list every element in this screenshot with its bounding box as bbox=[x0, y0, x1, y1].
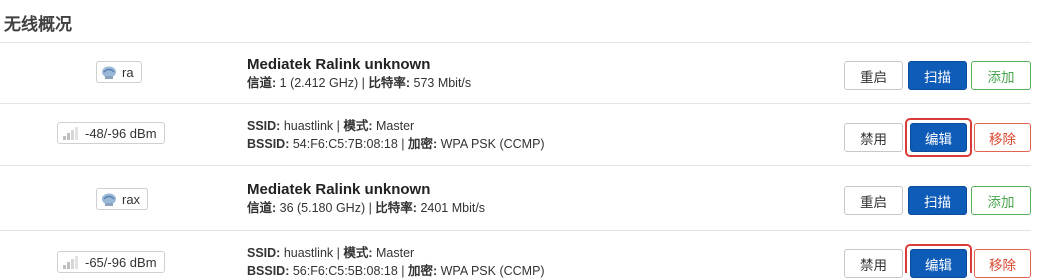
device-name: Mediatek Ralink unknown bbox=[247, 56, 431, 73]
bitrate-key: 比特率: bbox=[375, 201, 417, 215]
ssid-key: SSID: bbox=[247, 119, 281, 133]
encryption-value: WPA PSK (CCMP) bbox=[437, 137, 545, 151]
remove-button[interactable]: 移除 bbox=[974, 123, 1031, 152]
edit-button[interactable]: 编辑 bbox=[910, 249, 967, 278]
wifi-radio-icon bbox=[101, 192, 117, 207]
signal-strength-icon bbox=[62, 255, 80, 269]
remove-button[interactable]: 移除 bbox=[974, 249, 1031, 278]
channel-key: 信道: bbox=[247, 201, 277, 215]
channel-value: 36 (5.180 GHz) | bbox=[276, 201, 376, 215]
radio-info: Mediatek Ralink unknown 信道: 36 (5.180 GH… bbox=[247, 181, 485, 217]
radio-label: ra bbox=[122, 64, 134, 80]
signal-value: -48/-96 dBm bbox=[85, 125, 157, 141]
radio-badge: ra bbox=[96, 61, 142, 83]
radio-row-rax: rax Mediatek Ralink unknown 信道: 36 (5.18… bbox=[0, 166, 1031, 224]
mode-key: 模式: bbox=[343, 119, 373, 133]
mode-key: 模式: bbox=[343, 246, 373, 260]
channel-value: 1 (2.412 GHz) | bbox=[276, 76, 369, 90]
bitrate-key: 比特率: bbox=[368, 76, 411, 90]
radio-info: Mediatek Ralink unknown 信道: 1 (2.412 GHz… bbox=[247, 56, 471, 92]
scan-button[interactable]: 扫描 bbox=[908, 61, 967, 90]
bssid-key: BSSID: bbox=[247, 264, 290, 278]
wifi-radio-icon bbox=[101, 65, 117, 80]
radio-details: 信道: 1 (2.412 GHz) | 比特率: 573 Mbit/s bbox=[247, 74, 471, 92]
add-button[interactable]: 添加 bbox=[971, 186, 1031, 215]
radio-details: 信道: 36 (5.180 GHz) | 比特率: 2401 Mbit/s bbox=[247, 199, 485, 217]
ssid-value: huastlink | bbox=[280, 119, 344, 133]
scan-button[interactable]: 扫描 bbox=[908, 186, 967, 215]
ssid-line: SSID: huastlink | 模式: Master bbox=[247, 244, 545, 262]
encryption-value: WPA PSK (CCMP) bbox=[437, 264, 545, 278]
network-row: -65/-96 dBm SSID: huastlink | 模式: Master… bbox=[0, 231, 1031, 278]
wireless-overview: 无线概况 ra Mediatek Ralink unknown 信道: 1 (2… bbox=[0, 0, 1046, 278]
radio-row-ra: ra Mediatek Ralink unknown 信道: 1 (2.412 … bbox=[0, 43, 1031, 101]
channel-key: 信道: bbox=[247, 76, 277, 90]
bitrate-value: 2401 Mbit/s bbox=[416, 201, 486, 215]
network-row: -48/-96 dBm SSID: huastlink | 模式: Master… bbox=[0, 104, 1031, 162]
ssid-value: huastlink | bbox=[280, 246, 344, 260]
signal-badge: -65/-96 dBm bbox=[57, 251, 165, 273]
radio-badge: rax bbox=[96, 188, 149, 210]
edit-button[interactable]: 编辑 bbox=[910, 123, 967, 152]
bitrate-value: 573 Mbit/s bbox=[410, 76, 472, 90]
signal-strength-icon bbox=[62, 126, 80, 140]
bssid-key: BSSID: bbox=[247, 137, 290, 151]
disable-button[interactable]: 禁用 bbox=[844, 123, 903, 152]
restart-button[interactable]: 重启 bbox=[844, 186, 903, 215]
add-button[interactable]: 添加 bbox=[971, 61, 1031, 90]
section-title: 无线概况 bbox=[4, 15, 72, 35]
signal-value: -65/-96 dBm bbox=[85, 254, 157, 270]
ssid-key: SSID: bbox=[247, 246, 281, 260]
ssid-line: SSID: huastlink | 模式: Master bbox=[247, 117, 545, 135]
mode-value: Master bbox=[372, 246, 415, 260]
bssid-value: 54:F6:C5:7B:08:18 | bbox=[289, 137, 408, 151]
disable-button[interactable]: 禁用 bbox=[844, 249, 903, 278]
encryption-key: 加密: bbox=[407, 137, 438, 151]
restart-button[interactable]: 重启 bbox=[844, 61, 903, 90]
radio-label: rax bbox=[122, 191, 141, 207]
signal-badge: -48/-96 dBm bbox=[57, 122, 165, 144]
network-info: SSID: huastlink | 模式: Master BSSID: 54:F… bbox=[247, 117, 545, 153]
encryption-key: 加密: bbox=[407, 264, 438, 278]
bssid-line: BSSID: 54:F6:C5:7B:08:18 | 加密: WPA PSK (… bbox=[247, 135, 545, 153]
bssid-value: 56:F6:C5:5B:08:18 | bbox=[289, 264, 408, 278]
network-info: SSID: huastlink | 模式: Master BSSID: 56:F… bbox=[247, 244, 545, 280]
mode-value: Master bbox=[372, 119, 415, 133]
device-name: Mediatek Ralink unknown bbox=[247, 181, 431, 198]
bssid-line: BSSID: 56:F6:C5:5B:08:18 | 加密: WPA PSK (… bbox=[247, 262, 545, 280]
